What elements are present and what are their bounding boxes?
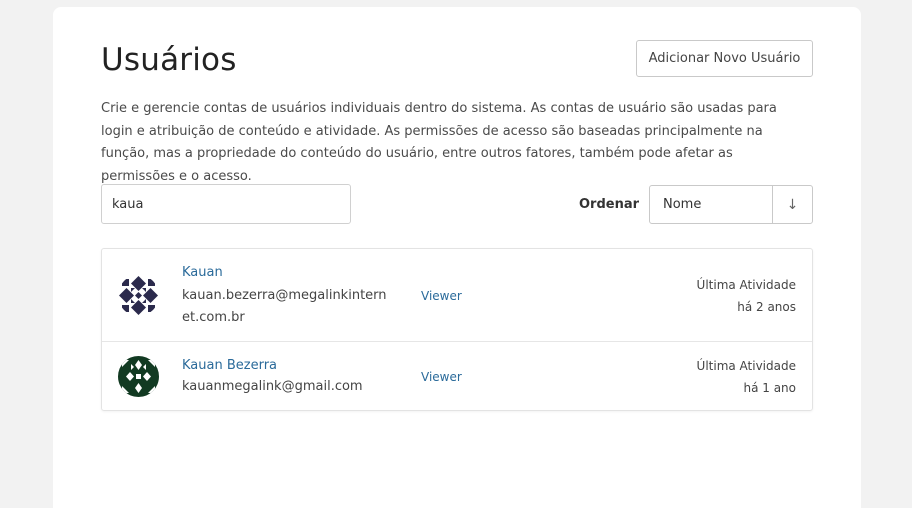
search-input[interactable] [101, 184, 351, 224]
last-activity: Última Atividade há 1 ano [697, 355, 796, 399]
sort-selected-value[interactable]: Nome [650, 186, 772, 223]
user-name-link[interactable]: Kauan Bezerra [182, 358, 277, 373]
users-panel: Usuários Adicionar Novo Usuário Crie e g… [53, 7, 861, 508]
avatar-icon [118, 356, 159, 397]
user-name-link[interactable]: Kauan [182, 265, 223, 280]
user-row: Kauan kauan.bezerra@megalinkinternet.com… [102, 249, 812, 342]
last-activity-value: há 1 ano [743, 381, 796, 395]
last-activity-label: Última Atividade [696, 278, 796, 292]
avatar-icon [118, 275, 159, 316]
user-role-link[interactable]: Viewer [421, 370, 462, 384]
user-role-link[interactable]: Viewer [421, 289, 462, 303]
last-activity-value: há 2 anos [737, 300, 796, 314]
user-email: kauanmegalink@gmail.com [182, 379, 363, 394]
sort-label: Ordenar [579, 197, 640, 212]
user-row: Kauan Bezerra kauanmegalink@gmail.com Vi… [102, 342, 812, 410]
sort-select[interactable]: Nome ↓ [649, 185, 813, 224]
page-description: Crie e gerencie contas de usuários indiv… [101, 101, 777, 184]
sort-direction-icon[interactable]: ↓ [772, 186, 812, 223]
user-email: kauan.bezerra@megalinkinternet.com.br [182, 288, 387, 325]
user-list: Kauan kauan.bezerra@megalinkinternet.com… [101, 248, 813, 411]
page-title: Usuários [101, 42, 237, 78]
last-activity: Última Atividade há 2 anos [697, 274, 796, 318]
add-new-user-button[interactable]: Adicionar Novo Usuário [636, 40, 813, 77]
last-activity-label: Última Atividade [696, 359, 796, 373]
